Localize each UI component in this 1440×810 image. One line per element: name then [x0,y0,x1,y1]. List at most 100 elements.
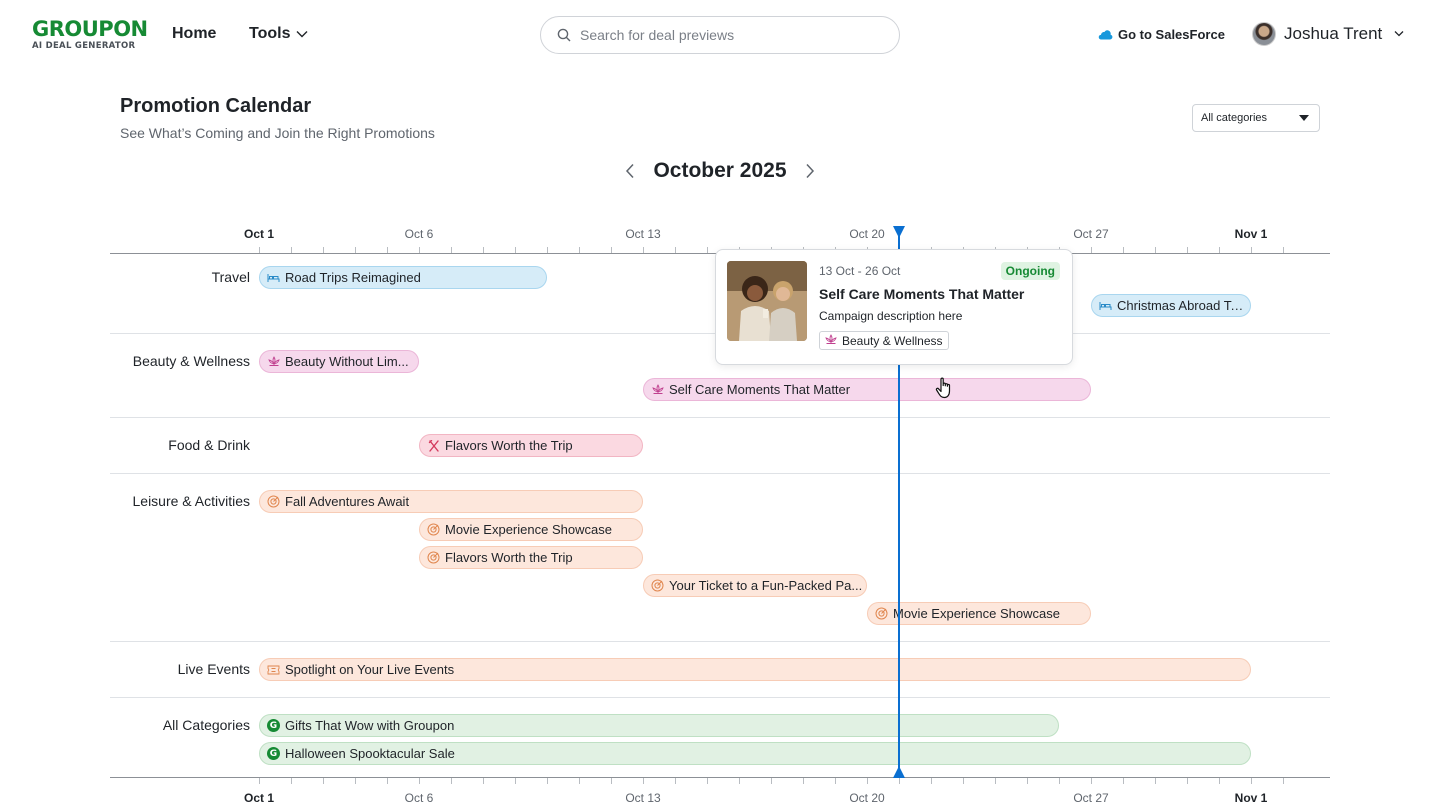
axis-label-bottom: Oct 20 [849,791,885,805]
axis-line-bottom [110,777,1330,778]
promotion-bar-label: Your Ticket to a Fun-Packed Pa... [669,578,863,593]
axis-tick [387,247,388,253]
axis-tick [355,778,356,784]
lotus-icon [267,355,280,368]
axis-tick [515,778,516,784]
page-title: Promotion Calendar [120,95,312,117]
axis-tick [1187,247,1188,253]
promotion-bar[interactable]: Fall Adventures Await [259,490,643,513]
salesforce-link[interactable]: Go to SalesForce [1098,27,1225,42]
axis-tick [579,247,580,253]
promotion-bar[interactable]: Flavors Worth the Trip [419,546,643,569]
row-label-events: Live Events [177,661,250,677]
bed-icon [267,271,280,284]
axis-label-top: Oct 27 [1073,227,1109,241]
row-label-leisure: Leisure & Activities [132,493,251,509]
promotion-bar-label: Flavors Worth the Trip [445,550,573,565]
promotion-bar[interactable]: Movie Experience Showcase [419,518,643,541]
promotion-detail-popover[interactable]: 13 Oct - 26 Oct Ongoing Self Care Moment… [715,249,1073,365]
promotion-bar[interactable]: Movie Experience Showcase [867,602,1091,625]
axis-tick [1187,778,1188,784]
axis-label-top: Oct 1 [243,227,275,241]
avatar [1252,22,1276,46]
activity-icon [427,523,440,536]
axis-tick [579,778,580,784]
axis-tick [419,247,420,253]
activity-icon [267,495,280,508]
axis-tick [547,247,548,253]
promotion-bar[interactable]: Your Ticket to a Fun-Packed Pa... [643,574,867,597]
status-badge: Ongoing [1000,262,1060,280]
current-month-label: October 2025 [653,159,787,182]
chevron-down-icon [1394,31,1404,37]
salesforce-link-label: Go to SalesForce [1118,27,1225,42]
promotion-bar[interactable]: G Halloween Spooktacular Sale [259,742,1251,765]
axis-label-bottom: Oct 6 [404,791,434,805]
lotus-icon [651,383,664,396]
axis-tick [1027,778,1028,784]
axis-tick [675,778,676,784]
row-divider [110,697,1330,698]
axis-tick [899,778,900,784]
promotion-bar-label: Flavors Worth the Trip [445,438,573,453]
axis-tick [291,247,292,253]
axis-tick [963,778,964,784]
axis-tick [1123,778,1124,784]
axis-tick [259,778,260,784]
axis-tick [1283,778,1284,784]
today-marker-bottom-icon [893,766,905,778]
row-label-allcat: All Categories [162,717,250,733]
promotion-bar[interactable]: Spotlight on Your Live Events [259,658,1251,681]
nav-tools-label: Tools [249,25,291,42]
promotion-bar-label: Fall Adventures Await [285,494,410,509]
nav-home-link[interactable]: Home [172,25,216,43]
axis-label-bottom: Oct 1 [243,791,275,805]
promotion-bar[interactable]: Road Trips Reimagined [259,266,547,289]
axis-label-top: Nov 1 [1234,227,1268,241]
axis-tick [451,247,452,253]
previous-month-button[interactable] [620,159,640,183]
axis-tick [643,247,644,253]
axis-tick [1251,778,1252,784]
promotion-bar[interactable]: Self Care Moments That Matter [643,378,1091,401]
page-subtitle: See What’s Coming and Join the Right Pro… [120,125,435,141]
row-divider [110,473,1330,474]
axis-tick [1091,247,1092,253]
axis-tick [355,247,356,253]
user-menu[interactable]: Joshua Trent [1252,22,1408,46]
axis-tick [611,247,612,253]
activity-icon [875,607,888,620]
utensils-icon [427,439,440,452]
promotion-dates: 13 Oct - 26 Oct [819,264,901,278]
axis-tick [1283,247,1284,253]
axis-tick [835,778,836,784]
promotion-bar-label: Halloween Spooktacular Sale [285,746,455,761]
axis-tick [739,778,740,784]
axis-tick [323,247,324,253]
search-input[interactable] [580,27,870,43]
axis-label-bottom: Nov 1 [1234,791,1268,805]
search-box[interactable] [540,16,900,54]
promotion-bar[interactable]: Christmas Abroad Take-Off [1091,294,1251,317]
top-navbar: GROUPON AI DEAL GENERATOR Home Tools Go … [0,0,1440,70]
promotion-bar[interactable]: Flavors Worth the Trip [419,434,643,457]
groupon-logo[interactable]: GROUPON AI DEAL GENERATOR [32,18,148,51]
promotion-bar[interactable]: G Gifts That Wow with Groupon [259,714,1059,737]
axis-tick [323,778,324,784]
axis-tick [259,247,260,253]
category-filter-dropdown[interactable]: All categories [1192,104,1320,132]
next-month-button[interactable] [800,159,820,183]
promotion-bar-label: Spotlight on Your Live Events [285,662,455,677]
search-icon [557,28,571,42]
row-divider [110,641,1330,642]
axis-tick [643,778,644,784]
month-navigator: October 2025 [620,158,820,184]
nav-tools-menu[interactable]: Tools [249,25,308,43]
axis-label-bottom: Oct 27 [1073,791,1109,805]
groupon-g-icon: G [267,719,280,732]
today-marker-top-icon [893,226,905,238]
axis-tick [387,778,388,784]
promotion-bar-label: Gifts That Wow with Groupon [285,718,455,733]
lotus-icon [825,333,837,348]
promotion-bar[interactable]: Beauty Without Lim... [259,350,419,373]
